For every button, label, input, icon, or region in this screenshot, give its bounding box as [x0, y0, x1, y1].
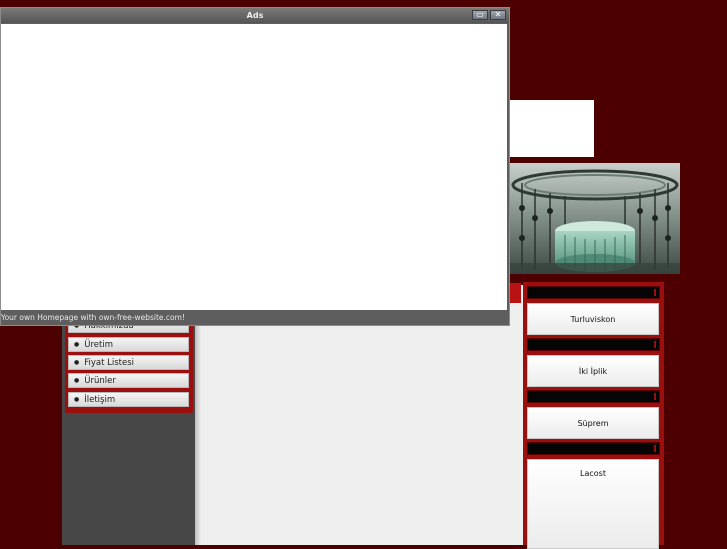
menu-item-uretim[interactable]: ● Üretim — [68, 337, 189, 352]
bullet-icon: ● — [74, 396, 80, 403]
bullet-icon: ● — [74, 377, 80, 384]
main-menu: ●Hakkımızda ●Üretim ●Fiyat Listesi ●Ürün… — [65, 318, 193, 413]
product-header-bar — [527, 442, 660, 455]
minimize-button[interactable]: ▭ — [472, 10, 488, 20]
minimize-icon: ▭ — [476, 10, 484, 19]
menu-item-fiyat-listesi[interactable]: ● Fiyat Listesi — [68, 355, 189, 370]
product-label: Lacost — [580, 469, 606, 478]
bullet-icon: ● — [74, 359, 80, 366]
product-header-bar — [527, 286, 660, 299]
menu-item-iletisim[interactable]: ● İletişim — [68, 392, 189, 407]
close-icon: ✕ — [494, 10, 502, 19]
product-label: Süprem — [577, 419, 609, 428]
knitting-machine-photo — [510, 163, 680, 274]
product-lacost[interactable]: Lacost — [527, 459, 659, 549]
product-label: İki İplik — [578, 367, 608, 376]
product-header-bar — [527, 390, 660, 403]
product-turluviskon[interactable]: Turluviskon — [527, 303, 659, 335]
product-suprem[interactable]: Süprem — [527, 407, 659, 439]
menu-item-label: Üretim — [84, 340, 113, 350]
product-header-bar — [527, 338, 660, 351]
menu-item-label: Ürünler — [84, 376, 116, 386]
ads-window-title: Ads — [246, 11, 264, 20]
menu-item-label: İletişim — [84, 395, 116, 405]
bullet-icon: ● — [74, 341, 80, 348]
ads-content-area — [1, 24, 507, 310]
product-label: Turluviskon — [570, 315, 616, 324]
product-iki-iplik[interactable]: İki İplik — [527, 355, 659, 387]
ads-titlebar[interactable]: Ads ▭ ✕ — [1, 8, 509, 23]
menu-item-urunler[interactable]: ● Ürünler — [68, 373, 189, 388]
ads-window: Ads ▭ ✕ Your own Homepage with own-free-… — [0, 7, 510, 326]
header-banner — [510, 100, 594, 157]
ads-footer-link[interactable]: Your own Homepage with own-free-website.… — [1, 311, 509, 325]
close-button[interactable]: ✕ — [490, 10, 506, 20]
menu-item-label: Fiyat Listesi — [84, 358, 135, 368]
